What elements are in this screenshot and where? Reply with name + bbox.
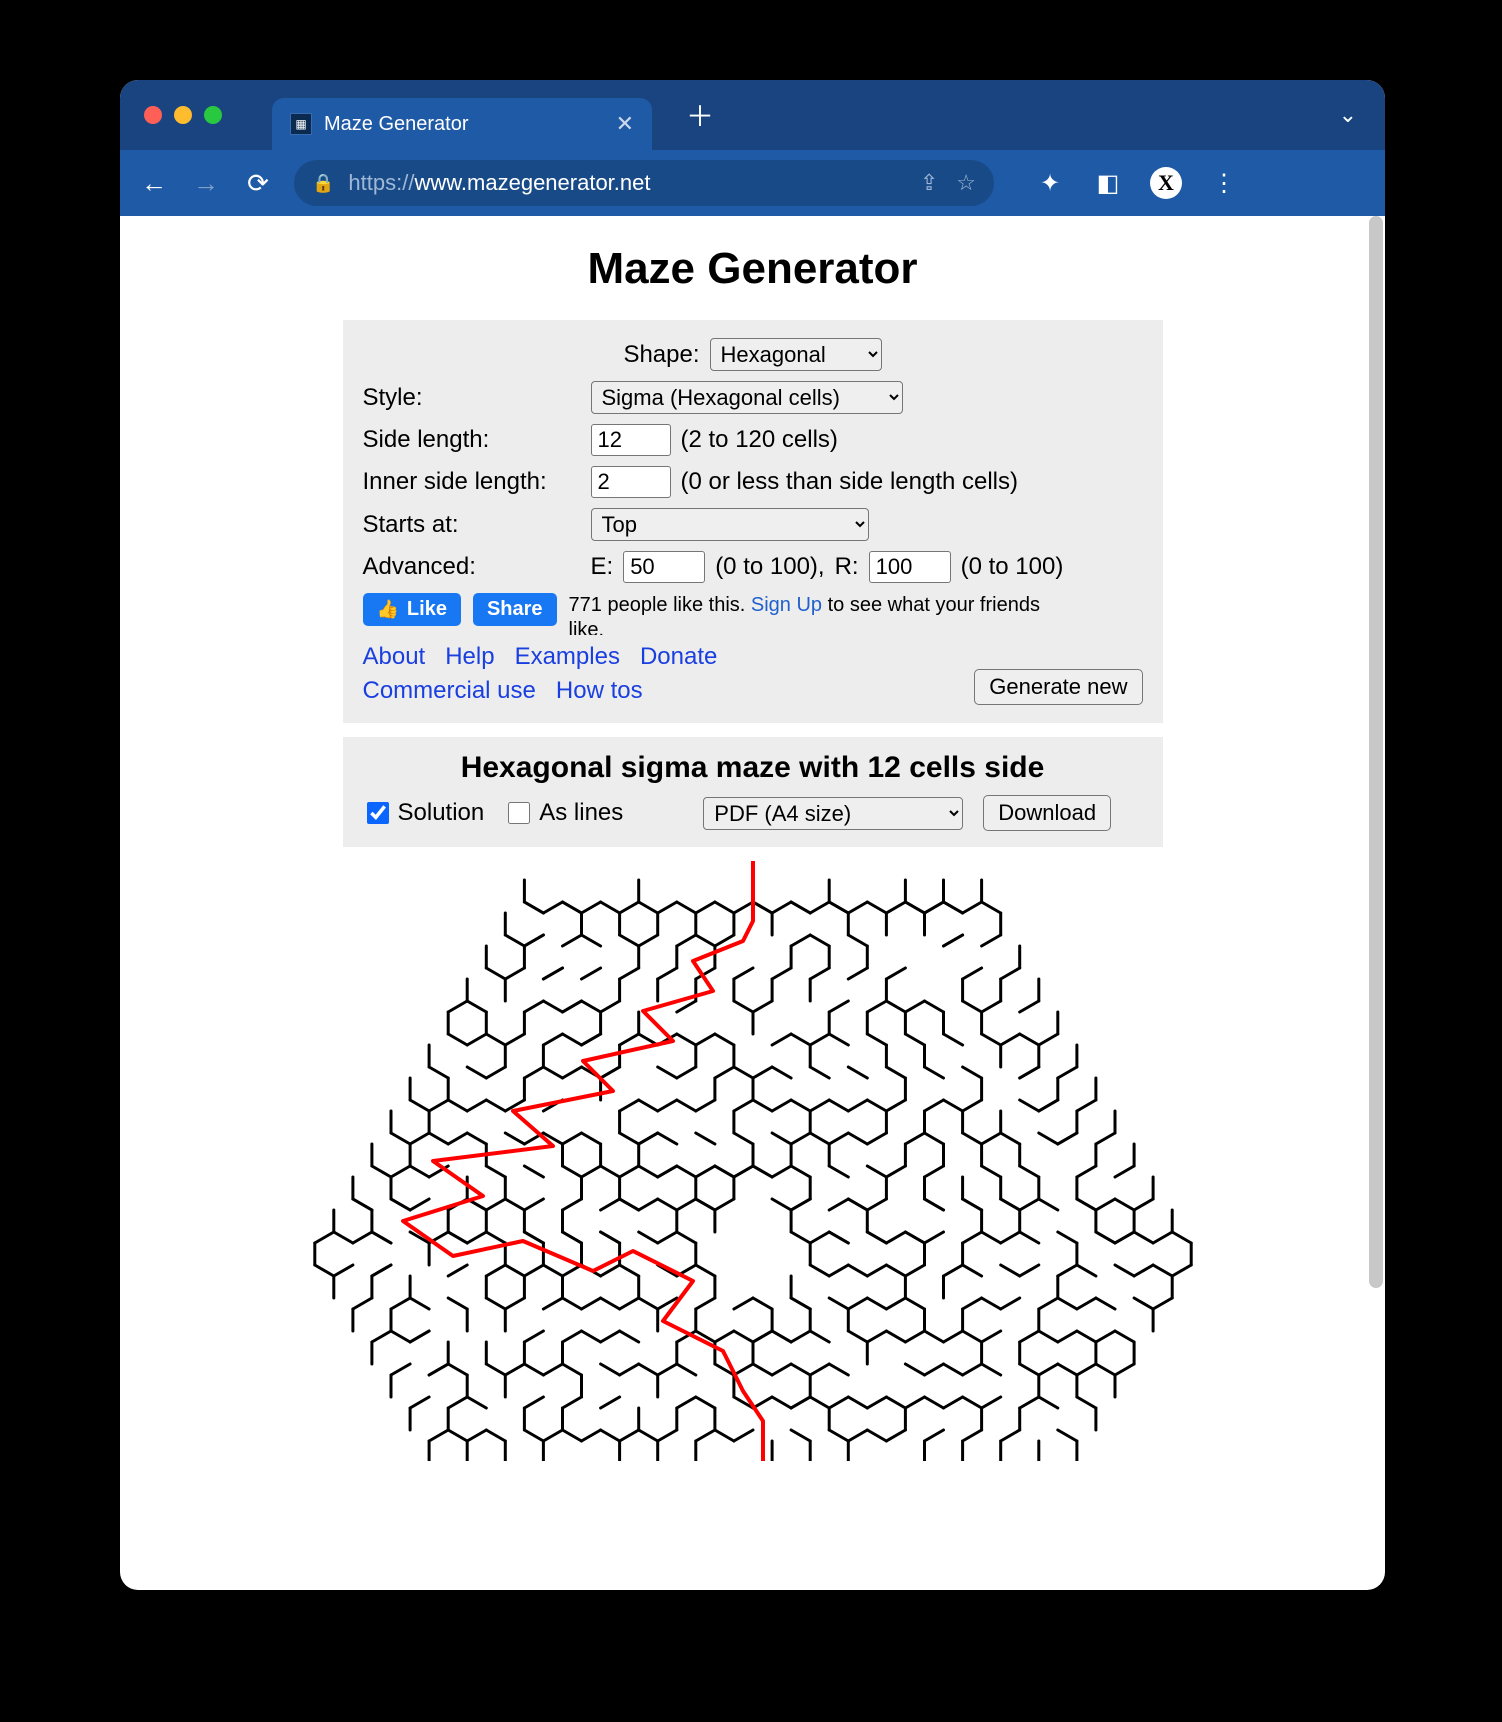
shape-select[interactable]: Hexagonal <box>710 338 882 371</box>
inner-side-length-input[interactable] <box>591 466 671 498</box>
share-icon[interactable]: ⇪ <box>920 170 938 196</box>
thumbs-up-icon: 👍 <box>377 599 399 620</box>
profile-avatar[interactable]: X <box>1150 167 1182 199</box>
tab-favicon-icon: ▦ <box>290 113 312 135</box>
fb-like-button[interactable]: 👍 Like <box>363 593 461 626</box>
commercial-use-link[interactable]: Commercial use <box>363 677 536 705</box>
about-link[interactable]: About <box>363 643 426 671</box>
result-panel: Hexagonal sigma maze with 12 cells side … <box>343 737 1163 847</box>
forward-button[interactable]: → <box>190 168 222 199</box>
examples-link[interactable]: Examples <box>515 643 620 671</box>
fb-share-button[interactable]: Share <box>473 593 557 626</box>
fb-signup-link[interactable]: Sign Up <box>751 594 822 616</box>
new-tab-button[interactable]: ＋ <box>686 95 714 135</box>
advanced-e-label: E: <box>591 553 614 581</box>
side-length-input[interactable] <box>591 424 671 456</box>
export-format-select[interactable]: PDF (A4 size) <box>703 797 963 830</box>
reload-button[interactable]: ⟳ <box>242 168 274 199</box>
solution-checkbox-label[interactable]: Solution <box>363 799 485 827</box>
starts-at-select[interactable]: Top <box>591 508 869 541</box>
download-button[interactable]: Download <box>983 795 1111 831</box>
side-length-label: Side length: <box>363 426 581 454</box>
help-link[interactable]: Help <box>445 643 494 671</box>
scrollbar[interactable] <box>1369 216 1383 1288</box>
maximize-window-button[interactable] <box>204 106 222 124</box>
menu-icon[interactable]: ⋮ <box>1208 169 1240 198</box>
inner-side-length-hint: (0 or less than side length cells) <box>681 468 1019 496</box>
bookmark-icon[interactable]: ☆ <box>956 170 976 196</box>
fb-like-text: 771 people like this. Sign Up to see wha… <box>569 593 1049 635</box>
tab-title: Maze Generator <box>324 113 604 136</box>
aslines-checkbox-label[interactable]: As lines <box>504 799 623 827</box>
maze-image <box>120 861 1385 1466</box>
close-tab-icon[interactable]: ✕ <box>616 111 634 137</box>
minimize-window-button[interactable] <box>174 106 192 124</box>
aslines-checkbox[interactable] <box>508 802 530 824</box>
titlebar: ▦ Maze Generator ✕ ＋ ⌄ <box>120 80 1385 150</box>
advanced-label: Advanced: <box>363 553 581 581</box>
close-window-button[interactable] <box>144 106 162 124</box>
extensions-icon[interactable]: ✦ <box>1034 169 1066 198</box>
advanced-e-hint: (0 to 100), <box>715 553 824 581</box>
advanced-r-input[interactable] <box>869 551 951 583</box>
browser-tab[interactable]: ▦ Maze Generator ✕ <box>272 98 652 150</box>
lock-icon: 🔒 <box>312 173 334 194</box>
browser-toolbar: ← → ⟳ 🔒 https://www.mazegenerator.net ⇪ … <box>120 150 1385 216</box>
howtos-link[interactable]: How tos <box>556 677 643 705</box>
result-title: Hexagonal sigma maze with 12 cells side <box>363 751 1143 785</box>
style-select[interactable]: Sigma (Hexagonal cells) <box>591 381 903 414</box>
url-scheme: https:// <box>348 170 414 195</box>
window-controls <box>144 106 222 124</box>
sidepanel-icon[interactable]: ◧ <box>1092 169 1124 198</box>
donate-link[interactable]: Donate <box>640 643 717 671</box>
solution-checkbox[interactable] <box>367 802 389 824</box>
style-label: Style: <box>363 384 581 412</box>
back-button[interactable]: ← <box>138 168 170 199</box>
advanced-r-hint: (0 to 100) <box>961 553 1064 581</box>
generate-new-button[interactable]: Generate new <box>974 669 1142 705</box>
inner-side-length-label: Inner side length: <box>363 468 581 496</box>
advanced-e-input[interactable] <box>623 551 705 583</box>
address-bar[interactable]: 🔒 https://www.mazegenerator.net ⇪ ☆ <box>294 160 994 206</box>
config-panel: Shape: Hexagonal Style: Sigma (Hexagonal… <box>343 320 1163 723</box>
shape-label: Shape: <box>623 341 699 369</box>
advanced-r-label: R: <box>835 553 859 581</box>
side-length-hint: (2 to 120 cells) <box>681 426 838 454</box>
starts-at-label: Starts at: <box>363 511 581 539</box>
url-host: www.mazegenerator.net <box>414 170 650 195</box>
browser-window: ▦ Maze Generator ✕ ＋ ⌄ ← → ⟳ 🔒 https://w… <box>120 80 1385 1590</box>
page-viewport[interactable]: Maze Generator Shape: Hexagonal Style: S… <box>120 216 1385 1590</box>
page-title: Maze Generator <box>120 244 1385 294</box>
tabs-overflow-icon[interactable]: ⌄ <box>1339 102 1357 128</box>
